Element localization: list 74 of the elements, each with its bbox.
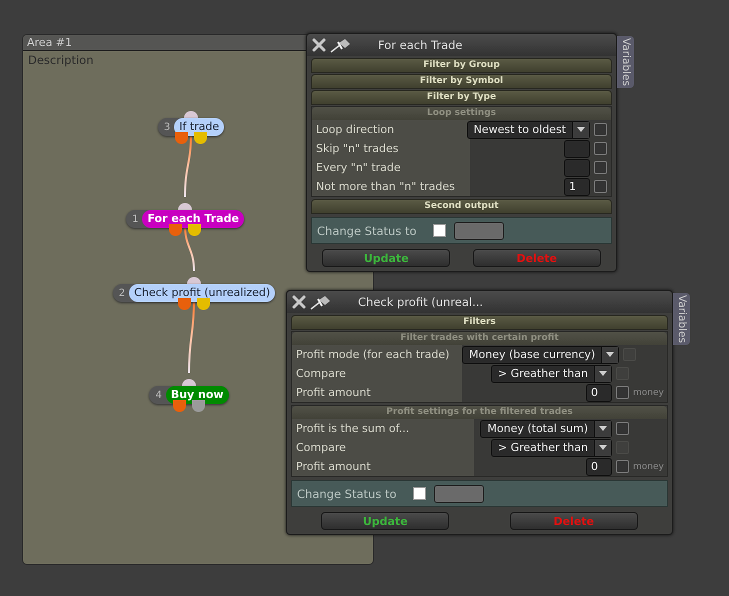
group-header: Loop settings — [312, 107, 611, 120]
output-port[interactable] — [192, 400, 205, 412]
section-header[interactable]: Filters — [291, 315, 668, 330]
caret-icon — [599, 426, 607, 431]
output-port[interactable] — [197, 298, 210, 310]
checkbox[interactable] — [412, 487, 426, 500]
node-number: 1 — [131, 214, 140, 224]
section-header[interactable]: Filter by Symbol — [311, 74, 612, 89]
dropdown[interactable]: Money (total sum) — [480, 420, 612, 438]
section-header[interactable]: Second output — [311, 199, 612, 214]
output-port[interactable] — [194, 132, 207, 144]
setting-label: Loop direction — [312, 120, 470, 139]
output-port[interactable] — [169, 224, 182, 236]
node-number: 4 — [154, 390, 163, 400]
unit-label: money — [633, 462, 663, 472]
close-icon[interactable] — [292, 295, 306, 309]
caret-icon — [577, 127, 585, 132]
checkbox[interactable] — [616, 386, 629, 399]
checkbox[interactable] — [594, 142, 607, 155]
caret-icon — [599, 371, 607, 376]
dropdown[interactable]: Newest to oldest — [466, 120, 590, 138]
close-icon[interactable] — [312, 38, 326, 52]
status-swatch[interactable] — [434, 484, 484, 502]
node-label[interactable]: Check profit (unrealized) — [129, 284, 276, 302]
group-header: Filter trades with certain profit — [292, 332, 667, 345]
dropdown[interactable]: > Greather than — [490, 438, 612, 456]
checkbox[interactable] — [594, 180, 607, 193]
number-field[interactable] — [564, 140, 590, 158]
unit-label: money — [633, 388, 663, 398]
checkbox[interactable] — [594, 161, 607, 174]
setting-label: Every "n" trade — [312, 158, 470, 177]
dialog-title: Check profit (unreal... — [358, 295, 484, 309]
group-header: Profit settings for the filtered trades — [292, 406, 667, 419]
checkbox[interactable] — [616, 460, 629, 473]
status-label: Change Status to — [317, 224, 417, 238]
setting-label: Profit amount — [292, 383, 462, 402]
setting-label: Profit amount — [292, 457, 474, 476]
section-header[interactable]: Filter by Group — [311, 58, 612, 73]
output-port[interactable] — [173, 400, 186, 412]
side-tab[interactable]: Variables — [673, 293, 690, 345]
dropdown[interactable]: > Greather than — [490, 364, 612, 382]
setting-label: Not more than "n" trades — [312, 177, 470, 196]
node-number: 2 — [118, 288, 126, 298]
dialog-button[interactable]: Update — [322, 249, 450, 267]
setting-label: Skip "n" trades — [312, 139, 470, 158]
pin-icon[interactable] — [310, 294, 332, 310]
caret-icon — [606, 352, 614, 357]
number-field[interactable]: 0 — [586, 458, 612, 476]
node-number: 3 — [162, 122, 172, 132]
pin-icon[interactable] — [330, 37, 352, 53]
caret-icon — [599, 445, 607, 450]
output-port[interactable] — [175, 132, 188, 144]
number-field[interactable] — [564, 158, 590, 176]
dialog-button[interactable]: Update — [321, 512, 450, 530]
setting-label: Profit is the sum of... — [292, 419, 474, 438]
number-field[interactable]: 0 — [586, 384, 612, 402]
section-header[interactable]: Filter by Type — [311, 90, 612, 105]
setting-label: Profit mode (for each trade) — [292, 345, 462, 364]
description-label: Description — [28, 53, 94, 67]
status-label: Change Status to — [297, 486, 397, 500]
dropdown[interactable]: Money (base currency) — [462, 346, 620, 364]
dialog-title: For each Trade — [378, 38, 462, 52]
output-port[interactable] — [178, 298, 191, 310]
checkbox[interactable] — [616, 422, 629, 435]
node-label[interactable]: For each Trade — [142, 210, 244, 228]
output-port[interactable] — [188, 224, 201, 236]
setting-label: Compare — [292, 438, 474, 457]
setting-label: Compare — [292, 364, 462, 383]
node-label[interactable]: Buy now — [166, 386, 229, 404]
side-tab[interactable]: Variables — [617, 36, 634, 88]
checkbox[interactable] — [432, 224, 446, 237]
checkbox[interactable] — [594, 123, 607, 136]
number-field[interactable]: 1 — [564, 178, 590, 196]
status-swatch[interactable] — [454, 222, 504, 240]
